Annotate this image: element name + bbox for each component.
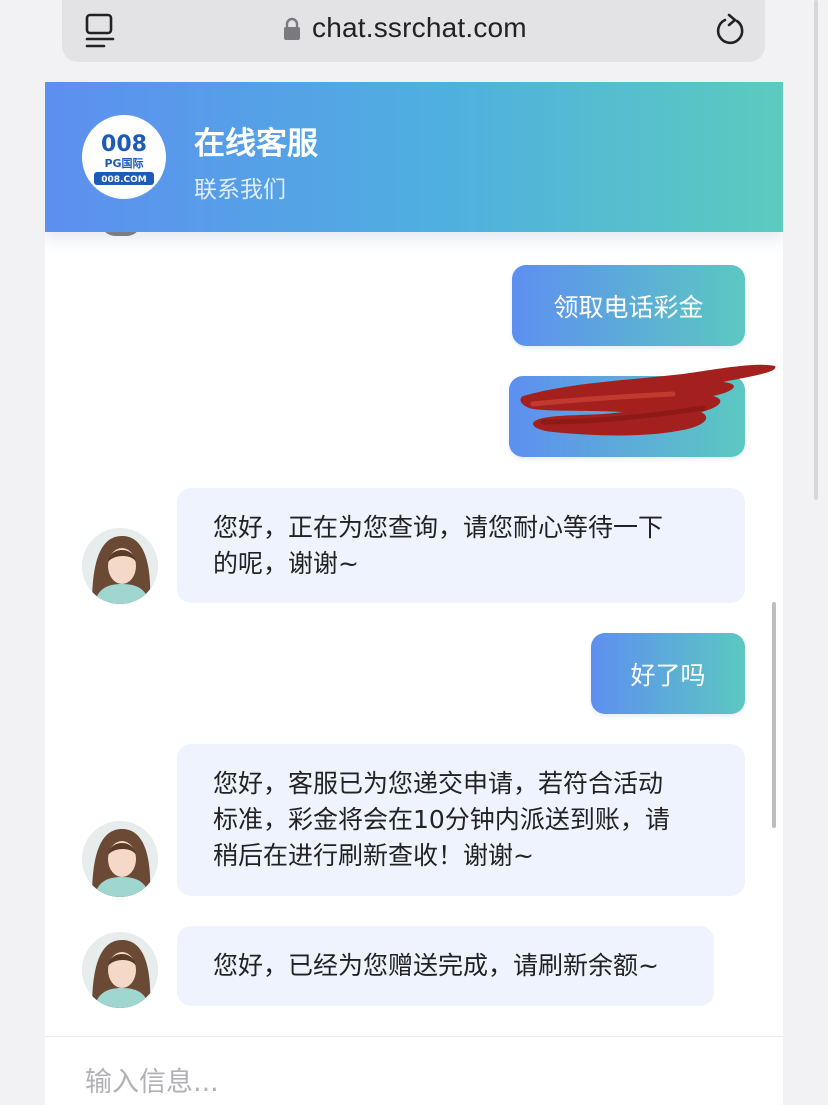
brand-logo: 008 PG国际 008.COM: [82, 115, 166, 199]
message-bubble-user: 好了吗: [591, 633, 745, 714]
message-bubble-agent: 您好，客服已为您递交申请，若符合活动 标准，彩金将会在10分钟内派送到账，请 稍…: [177, 744, 745, 896]
message-bubble-agent: 您好，正在为您查询，请您耐心等待一下 的呢，谢谢~: [177, 488, 745, 603]
browser-chrome: chat.ssrchat.com: [0, 0, 828, 82]
chat-page: 008 PG国际 008.COM 在线客服 联系我们 领取电话彩金 您好，正在为…: [45, 82, 783, 1105]
logo-number: 008: [101, 132, 147, 157]
address-bar[interactable]: chat.ssrchat.com: [62, 0, 765, 62]
message-text: 好了吗: [630, 660, 706, 690]
message-line: 您好，正在为您查询，请您耐心等待一下: [213, 513, 664, 542]
avatar: [82, 932, 158, 1008]
avatar: [82, 821, 158, 897]
message-bubble-user: 领取电话彩金: [512, 265, 745, 346]
message-input[interactable]: [83, 1061, 737, 1103]
message-line: 稍后在进行刷新查收！谢谢~: [213, 841, 534, 870]
logo-domain: 008.COM: [101, 175, 146, 185]
url-text[interactable]: chat.ssrchat.com: [312, 12, 527, 44]
page-title: 在线客服: [194, 126, 318, 162]
message-line: 您好，客服已为您递交申请，若符合活动: [213, 769, 664, 798]
tabs-icon[interactable]: [84, 12, 118, 50]
chat-scrollbar[interactable]: [772, 602, 776, 828]
avatar: [82, 528, 158, 604]
page-scrollbar[interactable]: [814, 0, 818, 500]
message-bubble-agent: 您好，已经为您赠送完成，请刷新余额~: [177, 926, 714, 1006]
message-text: 领取电话彩金: [553, 292, 704, 322]
message-line: 您好，已经为您赠送完成，请刷新余额~: [213, 951, 659, 980]
logo-brand: PG国际: [104, 156, 143, 170]
lock-icon: [284, 17, 300, 40]
message-line: 的呢，谢谢~: [213, 549, 359, 578]
message-input-bar: [45, 1036, 783, 1105]
redaction-scribble: [520, 364, 776, 436]
reload-icon[interactable]: [715, 12, 747, 48]
chat-header: 008 PG国际 008.COM 在线客服 联系我们: [45, 82, 783, 232]
page-subtitle: 联系我们: [194, 177, 286, 203]
message-line: 标准，彩金将会在10分钟内派送到账，请: [213, 805, 670, 834]
